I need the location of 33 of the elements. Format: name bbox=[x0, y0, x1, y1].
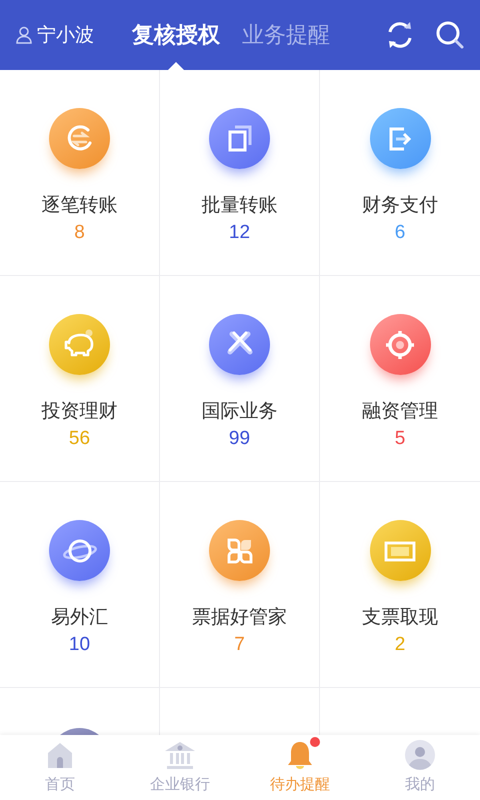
menu-tile[interactable]: 易外汇 10 bbox=[0, 482, 160, 688]
tile-count: 8 bbox=[74, 221, 85, 245]
user-icon bbox=[16, 26, 32, 44]
tile-label: 财务支付 bbox=[362, 193, 438, 217]
tile-label: 逐笔转账 bbox=[42, 193, 118, 217]
avatar-icon bbox=[404, 739, 436, 771]
tile-label: 易外汇 bbox=[51, 605, 108, 629]
tile-count: 99 bbox=[228, 427, 250, 451]
tile-count: 5 bbox=[394, 427, 406, 451]
tile-label: 支票取现 bbox=[362, 605, 438, 629]
menu-tile[interactable]: 财务支付 6 bbox=[320, 70, 480, 276]
menu-tile[interactable]: 批量转账 12 bbox=[160, 70, 320, 276]
user-name[interactable]: 宁小波 bbox=[37, 22, 94, 48]
tile-count: 12 bbox=[228, 221, 250, 245]
tile-label: 国际业务 bbox=[202, 399, 278, 423]
tile-count: 6 bbox=[394, 221, 406, 245]
tile-count: 56 bbox=[68, 427, 90, 451]
bank-icon bbox=[164, 739, 196, 771]
header-tab[interactable]: 复核授权 bbox=[132, 0, 220, 70]
tile-label: 批量转账 bbox=[202, 193, 278, 217]
menu-tile[interactable]: 票据好管家 7 bbox=[160, 482, 320, 688]
tile-count: 10 bbox=[68, 633, 90, 657]
menu-tile[interactable]: 融资管理 5 bbox=[320, 276, 480, 482]
tile-count: 7 bbox=[234, 633, 245, 657]
menu-tile[interactable]: 投资理财 56 bbox=[0, 276, 160, 482]
menu-tile[interactable]: 逐笔转账 8 bbox=[0, 70, 160, 276]
search-icon[interactable] bbox=[434, 19, 466, 51]
tile-count: 2 bbox=[394, 633, 406, 657]
tile-label: 票据好管家 bbox=[192, 605, 287, 629]
tile-label: 投资理财 bbox=[42, 399, 118, 423]
menu-tile[interactable]: 支票取现 2 bbox=[320, 482, 480, 688]
menu-tile[interactable]: 国际业务 99 bbox=[160, 276, 320, 482]
tile-label: 融资管理 bbox=[362, 399, 438, 423]
